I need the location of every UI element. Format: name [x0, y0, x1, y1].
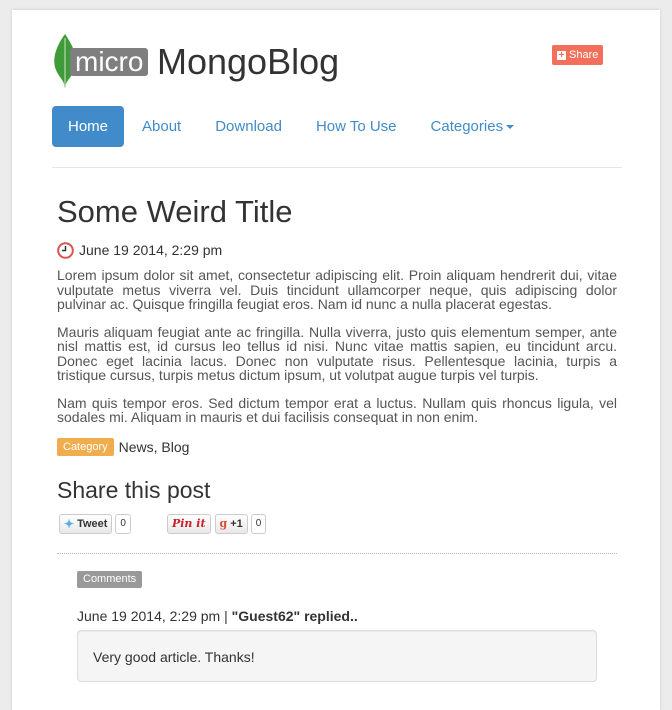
post-paragraph: Nam quis tempor eros. Sed dictum tempor … [57, 394, 617, 425]
logo-micro: micro [70, 48, 149, 76]
tweet-count: 0 [115, 514, 131, 534]
caret-down-icon [506, 125, 515, 130]
nav-download[interactable]: Download [199, 106, 298, 147]
nav-about[interactable]: About [126, 106, 197, 147]
plus-icon: + [557, 49, 566, 61]
addthis-share-button[interactable]: + Share [552, 45, 604, 65]
comment-text: Very good article. Thanks! [93, 649, 255, 665]
logo-name: MongoBlog [157, 41, 340, 82]
post-date-text: June 19 2014, 2:29 pm [79, 242, 223, 258]
google-plus-button[interactable]: g +1 [214, 514, 248, 534]
post-categories: Category News, Blog [57, 438, 189, 456]
nav-categories-label: Categories [430, 118, 504, 135]
post-paragraph: Mauris aliquam feugiat ante ac fringilla… [57, 323, 617, 383]
comments-divider [57, 553, 617, 554]
clock-icon [57, 241, 74, 259]
twitter-bird-icon: ✦ [64, 517, 75, 531]
tweet-button[interactable]: ✦ Tweet [59, 514, 113, 534]
nav-download-label: Download [215, 118, 282, 135]
nav-about-label: About [142, 118, 182, 135]
nav-categories-dropdown[interactable]: Categories [415, 106, 531, 147]
post-date: June 19 2014, 2:29 pm [57, 241, 222, 259]
category-links[interactable]: News, Blog [119, 439, 190, 455]
comment-well: Very good article. Thanks! [77, 630, 597, 682]
comments-badge: Comments [77, 571, 143, 588]
share-heading: Share this post [57, 477, 211, 503]
nav-home-label: Home [68, 118, 109, 135]
google-plus-icon: g [219, 517, 228, 530]
share-button-label: Share [569, 49, 599, 61]
comment-separator: | [224, 608, 228, 624]
comment-meta: June 19 2014, 2:29 pm | "Guest62" replie… [77, 607, 358, 625]
post-title[interactable]: Some Weird Title [57, 192, 292, 232]
social-buttons: ✦ Tweet 0 Pin it g +1 0 [59, 514, 267, 534]
post-body: Lorem ipsum dolor sit amet, consectetur … [57, 268, 617, 438]
gplus-label: +1 [230, 518, 243, 530]
pinterest-button[interactable]: Pin it [166, 514, 211, 534]
post-paragraph: Lorem ipsum dolor sit amet, consectetur … [57, 267, 617, 312]
nav-divider [52, 167, 622, 168]
category-badge: Category [57, 438, 114, 456]
tweet-label: Tweet [77, 518, 108, 530]
nav-how-to-use-label: How To Use [315, 118, 397, 135]
nav-home[interactable]: Home [52, 106, 125, 147]
pin-it-label: Pin it [171, 517, 206, 530]
comment-author: "Guest62" replied.. [231, 608, 358, 624]
gplus-count: 0 [250, 514, 267, 534]
page-container: micro MongoBlog + Share Home About Downl… [12, 10, 660, 710]
comment-date: June 19 2014, 2:29 pm [77, 608, 221, 624]
main-nav: Home About Download How To Use Categorie… [52, 106, 532, 147]
nav-how-to-use[interactable]: How To Use [300, 106, 413, 147]
